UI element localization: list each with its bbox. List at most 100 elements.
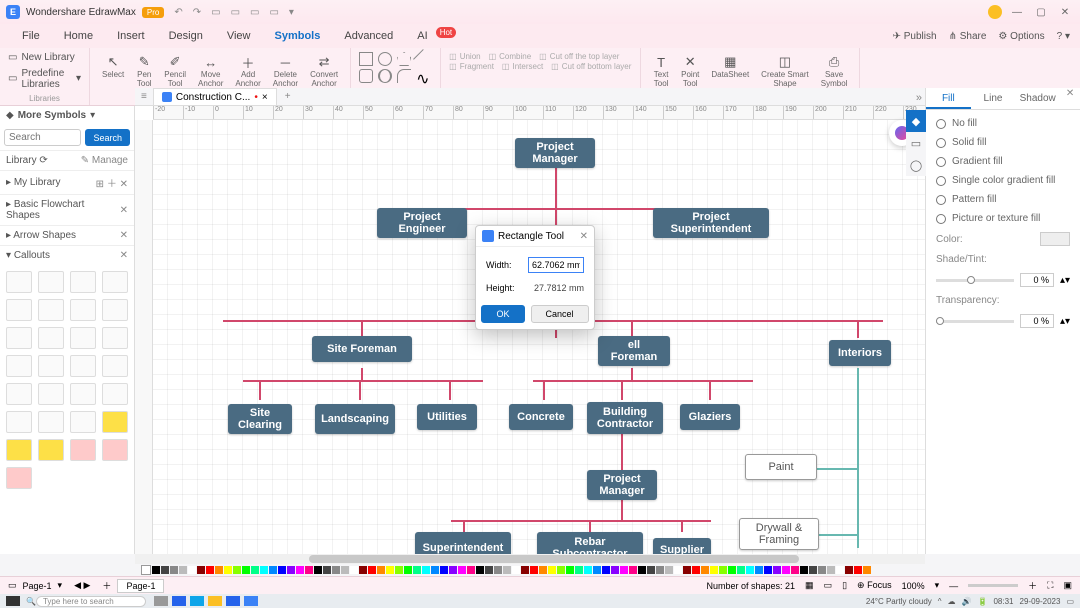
dialog-close-icon[interactable]: ✕	[580, 231, 588, 242]
color-swatch[interactable]	[215, 566, 223, 574]
node-drywall-framing[interactable]: Drywall & Framing	[739, 518, 819, 550]
cancel-button[interactable]: Cancel	[531, 305, 589, 323]
shape-item[interactable]	[38, 411, 64, 433]
no-color-swatch[interactable]	[141, 565, 151, 575]
shape-item[interactable]	[70, 299, 96, 321]
stepper-icon[interactable]: ▴▾	[1060, 316, 1070, 327]
color-swatch[interactable]	[638, 566, 646, 574]
canvas-scrollbar-h[interactable]	[135, 554, 925, 564]
node-concrete[interactable]: Concrete	[509, 404, 573, 430]
color-swatch[interactable]	[665, 566, 673, 574]
tray-icon[interactable]: 🔋	[978, 597, 988, 606]
shape-item[interactable]	[70, 383, 96, 405]
shape-circle-icon[interactable]	[378, 52, 392, 66]
ribbon-tool[interactable]: ◫Create SmartShape	[757, 52, 813, 90]
color-swatch[interactable]	[458, 566, 466, 574]
color-swatch[interactable]	[539, 566, 547, 574]
avatar-icon[interactable]	[988, 5, 1002, 19]
color-swatch[interactable]	[854, 566, 862, 574]
menu-design[interactable]: Design	[157, 24, 215, 48]
taskbar-app-icon[interactable]	[208, 596, 222, 606]
qat-icon[interactable]: ▭	[250, 7, 259, 18]
color-swatch[interactable]	[1040, 232, 1070, 246]
undo-icon[interactable]: ↶	[174, 7, 182, 18]
color-swatch[interactable]	[656, 566, 664, 574]
redo-icon[interactable]: ↷	[193, 7, 201, 18]
zoom-value[interactable]: 100%	[902, 581, 925, 591]
menu-home[interactable]: Home	[52, 24, 105, 48]
node-paint[interactable]: Paint	[745, 454, 817, 480]
color-swatch[interactable]	[413, 566, 421, 574]
color-swatch[interactable]	[224, 566, 232, 574]
shape-item[interactable]	[38, 271, 64, 293]
add-tab-icon[interactable]: +	[277, 91, 299, 102]
color-swatch[interactable]	[440, 566, 448, 574]
ribbon-tool[interactable]: －DeleteAnchor	[269, 52, 302, 90]
color-swatch[interactable]	[629, 566, 637, 574]
transparency-slider[interactable]	[936, 320, 1014, 323]
color-swatch[interactable]	[845, 566, 853, 574]
view-icon[interactable]: ▭	[824, 580, 833, 591]
color-swatch[interactable]	[170, 566, 178, 574]
add-page-icon[interactable]: ＋	[102, 579, 111, 592]
color-swatch[interactable]	[377, 566, 385, 574]
publish-link[interactable]: ✈ Publish	[893, 31, 937, 42]
color-swatch[interactable]	[836, 566, 844, 574]
view-icon[interactable]: ▦	[805, 580, 814, 591]
node-landscaping[interactable]: Landscaping	[315, 404, 395, 434]
minimize-icon[interactable]: —	[1008, 7, 1026, 18]
new-library-label[interactable]: New Library	[21, 52, 74, 63]
taskbar-app-icon[interactable]	[226, 596, 240, 606]
qat-chevron-icon[interactable]: ▾	[289, 7, 294, 18]
help-icon[interactable]: ? ▾	[1057, 31, 1070, 42]
line-tab[interactable]: Line	[971, 88, 1016, 109]
color-swatch[interactable]	[530, 566, 538, 574]
color-swatch[interactable]	[647, 566, 655, 574]
color-swatch[interactable]	[251, 566, 259, 574]
color-swatch[interactable]	[350, 566, 358, 574]
node-supplier[interactable]: Supplier	[653, 538, 711, 554]
shape-item[interactable]	[102, 327, 128, 349]
search-input[interactable]	[4, 129, 81, 146]
width-input[interactable]	[528, 257, 584, 273]
color-swatch[interactable]	[260, 566, 268, 574]
node-building-contractor[interactable]: Building Contractor	[587, 402, 663, 434]
color-swatch[interactable]	[341, 566, 349, 574]
shape-item[interactable]	[6, 327, 32, 349]
shadow-tab[interactable]: Shadow	[1015, 88, 1060, 109]
color-swatch[interactable]	[296, 566, 304, 574]
qat-icon[interactable]: ▭	[231, 7, 240, 18]
node-project-manager-2[interactable]: Project Manager	[587, 470, 657, 500]
shape-ellipse-icon[interactable]	[378, 69, 392, 83]
color-swatch[interactable]	[485, 566, 493, 574]
node-project-superintendent[interactable]: Project Superintendent	[653, 208, 769, 238]
color-swatch[interactable]	[503, 566, 511, 574]
color-swatch[interactable]	[242, 566, 250, 574]
new-library-icon[interactable]: ▭	[8, 52, 17, 63]
ok-button[interactable]: OK	[481, 305, 524, 323]
color-swatch[interactable]	[206, 566, 214, 574]
color-swatch[interactable]	[566, 566, 574, 574]
node-utilities[interactable]: Utilities	[417, 404, 477, 430]
ribbon-tool[interactable]: ↖Select	[98, 52, 128, 90]
shape-line-icon[interactable]	[413, 49, 433, 69]
boolean-op[interactable]: ◫Union	[449, 52, 480, 61]
shape-item[interactable]	[6, 271, 32, 293]
color-swatch[interactable]	[809, 566, 817, 574]
taskbar-app-icon[interactable]	[190, 596, 204, 606]
shape-item[interactable]	[70, 439, 96, 461]
taskbar-app-icon[interactable]	[172, 596, 186, 606]
shape-item[interactable]	[6, 411, 32, 433]
ribbon-tool[interactable]: ▦DataSheet	[707, 52, 753, 90]
boolean-op[interactable]: ◫Fragment	[449, 62, 494, 71]
focus-mode[interactable]: Focus	[867, 580, 892, 590]
shape-item[interactable]	[38, 327, 64, 349]
color-swatch[interactable]	[431, 566, 439, 574]
my-library-section[interactable]: My Library	[14, 177, 61, 188]
options-link[interactable]: ⚙ Options	[998, 31, 1044, 42]
color-swatch[interactable]	[818, 566, 826, 574]
shape-curve-icon[interactable]: ∿	[416, 69, 430, 83]
color-swatch[interactable]	[548, 566, 556, 574]
color-swatch[interactable]	[692, 566, 700, 574]
color-swatch[interactable]	[188, 566, 196, 574]
